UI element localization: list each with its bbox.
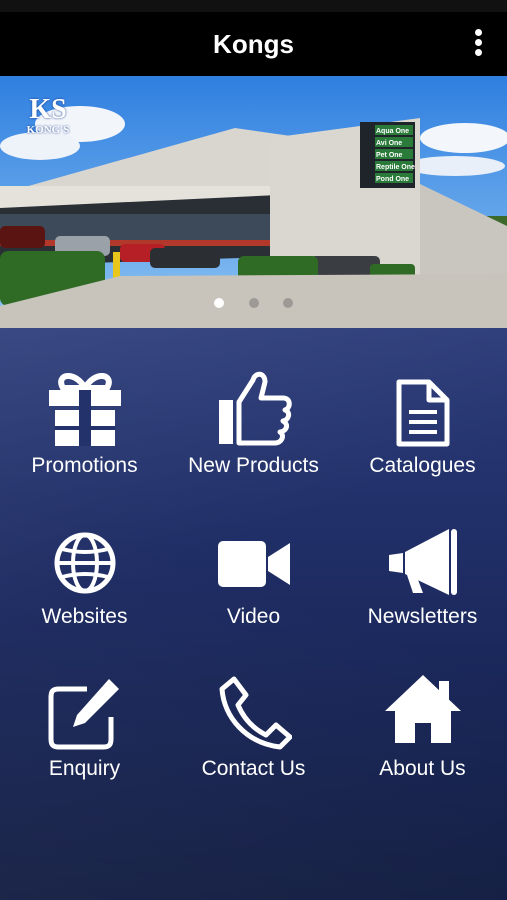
home-icon <box>338 671 507 751</box>
menu-item-catalogues[interactable]: Catalogues <box>338 328 507 478</box>
carousel-dot-2[interactable] <box>248 298 259 308</box>
menu-label: Promotions <box>31 454 138 477</box>
gift-icon <box>0 368 169 448</box>
video-camera-icon <box>169 519 338 599</box>
menu-item-websites[interactable]: Websites <box>0 479 169 629</box>
menu-grid: Promotions New Products Catalogues Websi… <box>0 328 507 900</box>
document-icon <box>338 368 507 448</box>
menu-label: New Products <box>188 454 319 477</box>
menu-label: Enquiry <box>48 757 121 780</box>
carousel-dot-3[interactable] <box>282 298 293 308</box>
store-signs: Aqua One Avi One Pet One Reptile One Pon… <box>376 128 415 183</box>
phone-icon <box>169 671 338 751</box>
menu-item-contact-us[interactable]: Contact Us <box>169 631 338 781</box>
menu-item-enquiry[interactable]: Enquiry <box>0 631 169 781</box>
menu-item-promotions[interactable]: Promotions <box>0 328 169 478</box>
app-bar: Kongs <box>0 12 507 76</box>
menu-label: Newsletters <box>367 605 478 628</box>
menu-label: About Us <box>379 757 466 780</box>
menu-item-new-products[interactable]: New Products <box>169 328 338 478</box>
kongs-logo: KS KONG'S <box>26 94 70 137</box>
menu-item-video[interactable]: Video <box>169 479 338 629</box>
menu-item-about-us[interactable]: About Us <box>338 631 507 781</box>
status-bar <box>0 0 507 12</box>
menu-label: Catalogues <box>369 454 476 477</box>
edit-icon <box>0 671 169 751</box>
banner-carousel[interactable]: KS KONG'S Aqua One Avi One Pet One Repti… <box>0 76 507 328</box>
menu-label: Websites <box>41 605 128 628</box>
globe-icon <box>0 519 169 599</box>
carousel-dot-1[interactable] <box>214 298 225 308</box>
carousel-indicator <box>0 295 507 313</box>
overflow-menu-icon[interactable] <box>467 26 489 62</box>
app-title: Kongs <box>213 29 294 59</box>
menu-item-newsletters[interactable]: Newsletters <box>338 479 507 629</box>
thumbs-up-icon <box>169 368 338 448</box>
megaphone-icon <box>338 519 507 599</box>
menu-label: Contact Us <box>201 757 306 780</box>
menu-label: Video <box>226 605 281 628</box>
warehouse-photo <box>0 76 507 328</box>
